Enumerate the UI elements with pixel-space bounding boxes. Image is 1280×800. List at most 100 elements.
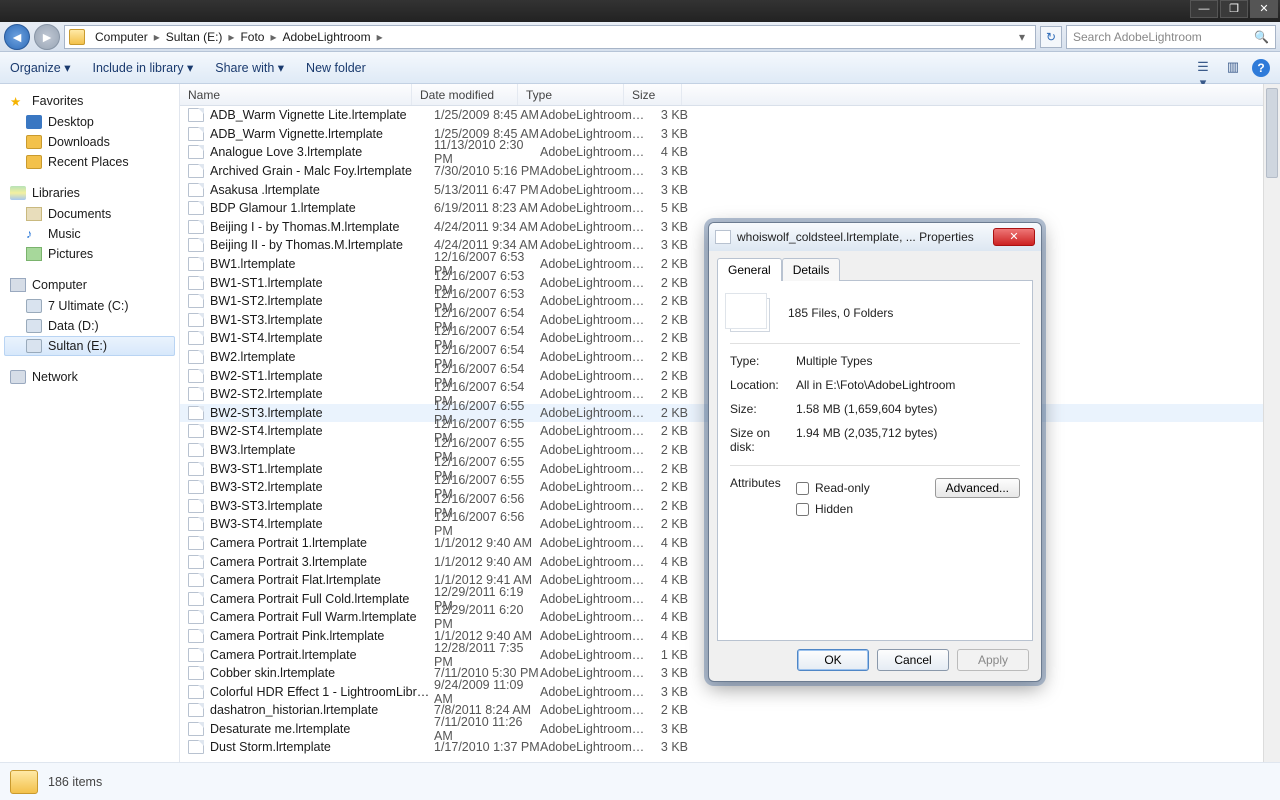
advanced-button[interactable]: Advanced...	[935, 478, 1020, 498]
sidebar-computer-header[interactable]: Computer	[4, 274, 175, 296]
file-type: AdobeLightroom.l...	[540, 127, 646, 141]
file-size: 4 KB	[646, 555, 696, 569]
file-row[interactable]: dashatron_historian.lrtemplate7/8/2011 8…	[180, 701, 1280, 720]
sidebar-item-music[interactable]: ♪Music	[4, 224, 175, 244]
window-minimize-button[interactable]: —	[1190, 0, 1218, 18]
breadcrumb-segment[interactable]: Foto	[236, 30, 268, 44]
file-row[interactable]: Analogue Love 3.lrtemplate11/13/2010 2:3…	[180, 143, 1280, 162]
file-type: AdobeLightroom.l...	[540, 145, 646, 159]
column-type[interactable]: Type	[518, 84, 624, 105]
tab-panel-general: 185 Files, 0 Folders Type:Multiple Types…	[717, 280, 1033, 641]
properties-dialog: whoiswolf_coldsteel.lrtemplate, ... Prop…	[708, 222, 1042, 682]
tab-general[interactable]: General	[717, 258, 782, 281]
tab-details[interactable]: Details	[782, 258, 841, 281]
file-row[interactable]: Archived Grain - Malc Foy.lrtemplate7/30…	[180, 162, 1280, 181]
label-location: Location:	[730, 378, 796, 392]
column-size[interactable]: Size	[624, 84, 682, 105]
dialog-title-text: whoiswolf_coldsteel.lrtemplate, ... Prop…	[737, 230, 974, 244]
dialog-titlebar[interactable]: whoiswolf_coldsteel.lrtemplate, ... Prop…	[709, 223, 1041, 251]
file-icon	[188, 201, 204, 215]
file-icon	[188, 294, 204, 308]
window-close-button[interactable]: ✕	[1250, 0, 1278, 18]
scrollbar-thumb[interactable]	[1266, 88, 1278, 178]
file-date: 1/25/2009 8:45 AM	[434, 108, 540, 122]
apply-button[interactable]: Apply	[957, 649, 1029, 671]
file-size: 2 KB	[646, 387, 696, 401]
sidebar-item-pictures[interactable]: Pictures	[4, 244, 175, 264]
file-row[interactable]: ADB_Warm Vignette.lrtemplate1/25/2009 8:…	[180, 125, 1280, 144]
nav-back-button[interactable]: ◄	[4, 24, 30, 50]
file-icon	[188, 108, 204, 122]
view-options-icon[interactable]: ☰ ▾	[1192, 58, 1214, 78]
column-name[interactable]: Name	[180, 84, 412, 105]
sidebar-item-recent-places[interactable]: Recent Places	[4, 152, 175, 172]
search-input[interactable]: Search AdobeLightroom 🔍	[1066, 25, 1276, 49]
file-icon	[188, 369, 204, 383]
refresh-button[interactable]: ↻	[1040, 26, 1062, 48]
cancel-button[interactable]: Cancel	[877, 649, 949, 671]
file-icon	[188, 629, 204, 643]
window-maximize-button[interactable]: ❐	[1220, 0, 1248, 18]
file-row[interactable]: Dust Storm.lrtemplate1/17/2010 1:37 PMAd…	[180, 738, 1280, 757]
file-name: Cobber skin.lrtemplate	[210, 666, 434, 680]
help-icon[interactable]: ?	[1252, 59, 1270, 77]
file-type: AdobeLightroom.l...	[540, 108, 646, 122]
file-row[interactable]: Asakusa .lrtemplate5/13/2011 6:47 PMAdob…	[180, 180, 1280, 199]
file-size: 3 KB	[646, 666, 696, 680]
file-row[interactable]: ADB_Warm Vignette Lite.lrtemplate1/25/20…	[180, 106, 1280, 125]
sidebar-favorites-header[interactable]: ★Favorites	[4, 90, 175, 112]
file-type: AdobeLightroom.l...	[540, 331, 646, 345]
chevron-right-icon: ▸	[375, 30, 385, 44]
ok-button[interactable]: OK	[797, 649, 869, 671]
nav-forward-button[interactable]: ►	[34, 24, 60, 50]
file-row[interactable]: Desaturate me.lrtemplate7/11/2010 11:26 …	[180, 720, 1280, 739]
address-bar[interactable]: Computer▸ Sultan (E:)▸ Foto▸ AdobeLightr…	[64, 25, 1036, 49]
sidebar-drive-d[interactable]: Data (D:)	[4, 316, 175, 336]
breadcrumb-segment[interactable]: AdobeLightroom	[279, 30, 375, 44]
file-icon	[188, 238, 204, 252]
label-size-on-disk: Size on disk:	[730, 426, 796, 454]
new-folder-button[interactable]: New folder	[306, 61, 366, 75]
sidebar-drive-c[interactable]: 7 Ultimate (C:)	[4, 296, 175, 316]
file-icon	[188, 424, 204, 438]
breadcrumb-segment[interactable]: Computer	[91, 30, 152, 44]
dialog-close-button[interactable]: ✕	[993, 228, 1035, 246]
status-item-count: 186 items	[48, 775, 102, 789]
checkbox-readonly[interactable]	[796, 482, 809, 495]
vertical-scrollbar[interactable]	[1263, 84, 1280, 762]
file-size: 1 KB	[646, 648, 696, 662]
include-in-library-menu[interactable]: Include in library ▾	[92, 60, 193, 75]
file-name: BW1-ST2.lrtemplate	[210, 294, 434, 308]
file-date: 6/19/2011 8:23 AM	[434, 201, 540, 215]
sidebar-item-desktop[interactable]: Desktop	[4, 112, 175, 132]
file-icon	[188, 220, 204, 234]
share-with-menu[interactable]: Share with ▾	[215, 60, 284, 75]
checkbox-hidden[interactable]	[796, 503, 809, 516]
file-type: AdobeLightroom.l...	[540, 592, 646, 606]
file-icon	[188, 183, 204, 197]
browser-titlebar: — ❐ ✕	[0, 0, 1280, 22]
file-row[interactable]: BDP Glamour 1.lrtemplate6/19/2011 8:23 A…	[180, 199, 1280, 218]
file-icon	[188, 536, 204, 550]
preview-pane-icon[interactable]: ▥	[1222, 58, 1244, 78]
file-type: AdobeLightroom.l...	[540, 164, 646, 178]
address-dropdown-icon[interactable]: ▾	[1013, 30, 1031, 44]
file-name: BW2-ST4.lrtemplate	[210, 424, 434, 438]
file-size: 2 KB	[646, 443, 696, 457]
sidebar-libraries-header[interactable]: Libraries	[4, 182, 175, 204]
file-row[interactable]: Colorful HDR Effect 1 - LightroomLibrary…	[180, 682, 1280, 701]
file-date: 12/29/2011 6:20 PM	[434, 603, 540, 631]
sidebar-item-documents[interactable]: Documents	[4, 204, 175, 224]
file-type: AdobeLightroom.l...	[540, 499, 646, 513]
column-date[interactable]: Date modified	[412, 84, 518, 105]
file-date: 1/17/2010 1:37 PM	[434, 740, 540, 754]
file-icon	[715, 230, 731, 244]
file-icon	[188, 387, 204, 401]
sidebar-drive-e[interactable]: Sultan (E:)	[4, 336, 175, 356]
explorer-main: ★Favorites Desktop Downloads Recent Plac…	[0, 84, 1280, 762]
file-size: 2 KB	[646, 517, 696, 531]
sidebar-network-header[interactable]: Network	[4, 366, 175, 388]
sidebar-item-downloads[interactable]: Downloads	[4, 132, 175, 152]
breadcrumb-segment[interactable]: Sultan (E:)	[162, 30, 227, 44]
organize-menu[interactable]: Organize ▾	[10, 60, 70, 75]
